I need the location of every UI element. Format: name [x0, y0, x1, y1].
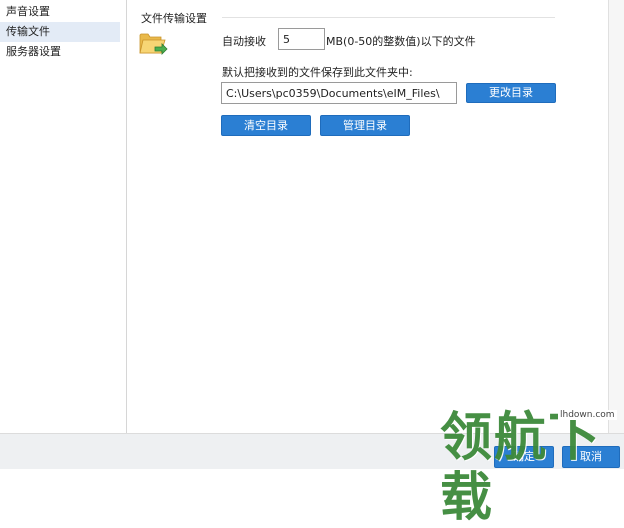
- dialog-footer: 确定 取消: [0, 433, 624, 469]
- sidebar-divider: [126, 0, 127, 433]
- change-folder-button[interactable]: 更改目录: [466, 83, 556, 103]
- sidebar-item-label: 传输文件: [6, 25, 50, 38]
- sidebar-item-server[interactable]: 服务器设置: [0, 42, 120, 62]
- sidebar-item-label: 声音设置: [6, 5, 50, 18]
- save-folder-label: 默认把接收到的文件保存到此文件夹中:: [222, 66, 413, 79]
- save-folder-path-input[interactable]: [221, 82, 457, 104]
- auto-receive-size-input[interactable]: [278, 28, 325, 50]
- section-title: 文件传输设置: [141, 12, 207, 25]
- manage-folder-button[interactable]: 管理目录: [320, 115, 410, 136]
- folder-arrow-icon: [139, 33, 168, 55]
- sidebar: 声音设置 传输文件 服务器设置: [0, 0, 120, 433]
- auto-receive-label: 自动接收: [222, 35, 266, 48]
- auto-receive-suffix: MB(0-50的整数值)以下的文件: [326, 35, 476, 48]
- sidebar-item-label: 服务器设置: [6, 45, 61, 58]
- scrollbar-track[interactable]: [608, 0, 624, 433]
- section-divider: [222, 17, 555, 18]
- sidebar-item-file-transfer[interactable]: 传输文件: [0, 22, 120, 42]
- clear-folder-button[interactable]: 清空目录: [221, 115, 311, 136]
- ok-button[interactable]: 确定: [494, 446, 554, 468]
- sidebar-item-sound[interactable]: 声音设置: [0, 2, 120, 22]
- cancel-button[interactable]: 取消: [562, 446, 620, 468]
